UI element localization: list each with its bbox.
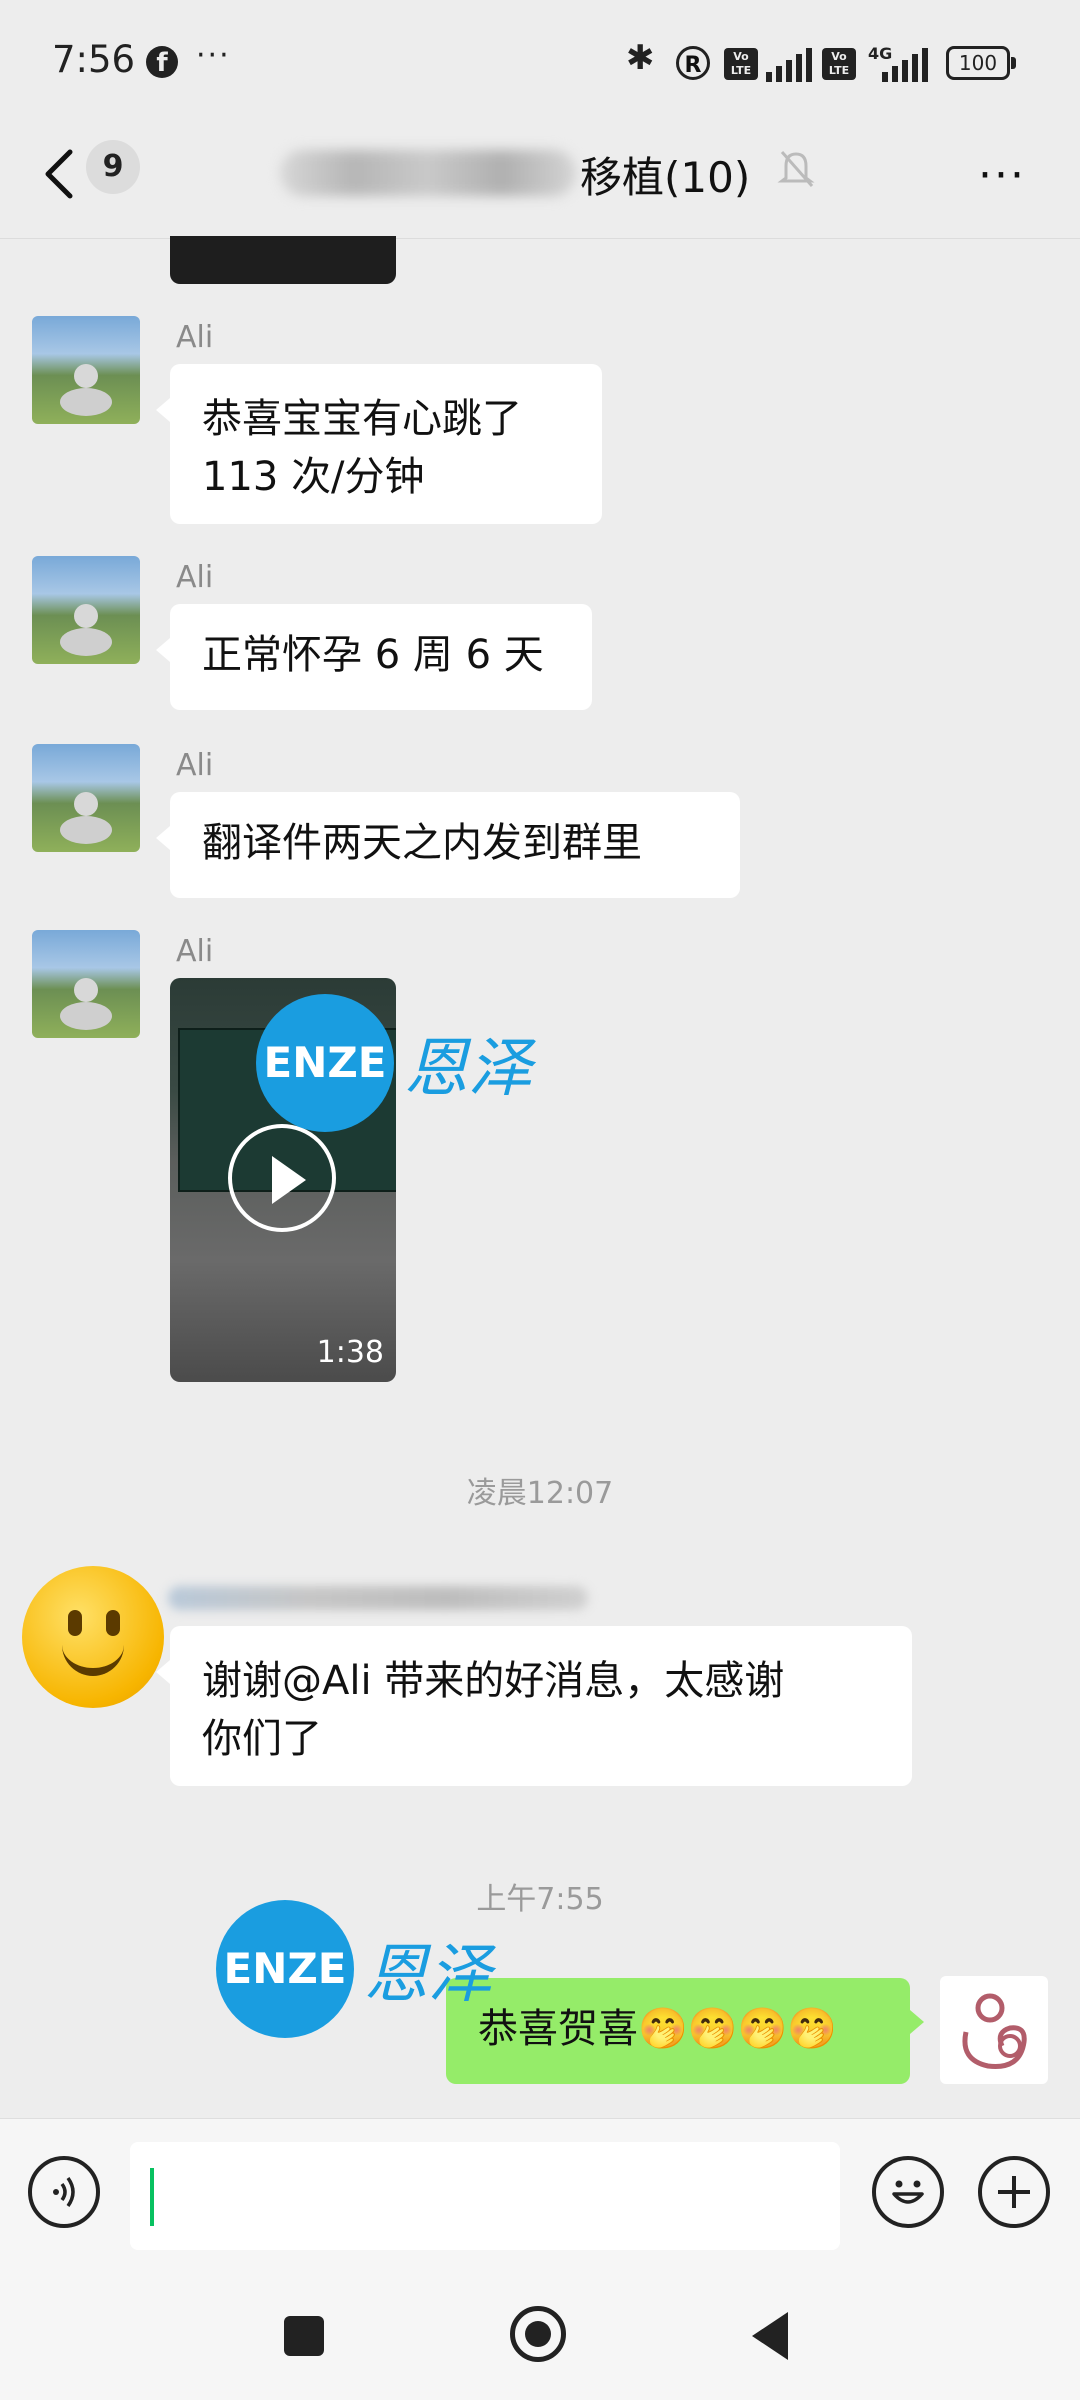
timestamp: 上午7:55 — [476, 1882, 604, 1917]
message-text: 恭喜贺喜🤭🤭🤭🤭 — [478, 2006, 838, 2052]
home-button[interactable] — [510, 2306, 566, 2362]
outgoing-message-bubble[interactable]: 恭喜贺喜🤭🤭🤭🤭 — [446, 1978, 924, 2084]
previous-image-message[interactable] — [170, 236, 396, 284]
more-notifications-icon: ··· — [196, 38, 231, 73]
message-bubble[interactable]: 谢谢@Ali 带来的好消息，太感谢 你们了 — [156, 1626, 912, 1786]
my-avatar[interactable] — [940, 1976, 1048, 2084]
bluetooth-icon: ✱ — [626, 38, 655, 78]
smiley-eye — [106, 1610, 120, 1636]
mother-baby-logo-icon — [962, 1993, 1027, 2069]
sender-name: Ali — [176, 748, 214, 783]
watermark-text: 恩泽 — [404, 1032, 532, 1106]
message-text: 恭喜宝宝有心跳了 — [202, 396, 522, 442]
signal-icon-2 — [882, 48, 928, 82]
status-time: 7:56 — [52, 38, 136, 81]
sender-name: Ali — [176, 934, 214, 969]
signal-icon — [766, 48, 812, 82]
avatar-ali[interactable] — [32, 744, 140, 852]
message-bubble[interactable]: 正常怀孕 6 周 6 天 — [156, 604, 592, 710]
sender-name: Ali — [176, 560, 214, 595]
back-chevron-icon[interactable] — [40, 146, 80, 202]
emoji-icon[interactable] — [872, 2156, 944, 2228]
message-text: 谢谢@Ali 带来的好消息，太感谢 — [202, 1658, 785, 1704]
message-input[interactable] — [130, 2142, 840, 2250]
recents-button[interactable] — [284, 2316, 324, 2356]
message-bubble[interactable]: 翻译件两天之内发到群里 — [156, 792, 740, 898]
smiley-avatar[interactable] — [22, 1566, 164, 1708]
registered-icon: R — [676, 46, 710, 80]
timestamp: 凌晨12:07 — [466, 1476, 614, 1511]
sender-name-obscured — [168, 1586, 588, 1610]
watermark-enze: ENZE 恩泽 — [256, 994, 532, 1132]
system-back-button[interactable] — [752, 2312, 788, 2360]
avatar-ali[interactable] — [32, 556, 140, 664]
message-text: 113 次/分钟 — [202, 454, 425, 500]
text-caret — [150, 2168, 154, 2226]
chat-title: 移植(10) — [580, 153, 751, 202]
avatar-ali[interactable] — [32, 930, 140, 1038]
facebook-notification-icon: f — [146, 46, 178, 78]
watermark-circle: ENZE — [216, 1900, 354, 2038]
battery-icon: 100 — [946, 46, 1016, 80]
sender-name: Ali — [176, 320, 214, 355]
message-text: 你们了 — [202, 1716, 322, 1762]
video-duration: 1:38 — [316, 1335, 384, 1370]
play-icon[interactable] — [228, 1124, 336, 1232]
watermark-text: 恩泽 — [364, 1938, 492, 2012]
plus-icon[interactable] — [978, 2156, 1050, 2228]
smiley-mouth — [62, 1644, 124, 1676]
chat-title-obscured — [280, 150, 576, 196]
watermark-enze: ENZE 恩泽 — [216, 1900, 492, 2038]
bell-muted-icon — [777, 151, 815, 187]
more-icon[interactable]: ··· — [978, 150, 1026, 201]
watermark-circle: ENZE — [256, 994, 394, 1132]
message-bubble[interactable]: 恭喜宝宝有心跳了 113 次/分钟 — [156, 364, 602, 524]
voice-icon[interactable] — [28, 2156, 100, 2228]
smiley-eye — [68, 1610, 82, 1636]
volte-icon-2: Vo LTE — [822, 48, 856, 80]
message-text: 翻译件两天之内发到群里 — [202, 820, 642, 866]
unread-count-badge[interactable]: 9 — [86, 140, 140, 194]
volte-icon: Vo LTE — [724, 48, 758, 80]
message-text: 正常怀孕 6 周 6 天 — [202, 632, 544, 678]
avatar-ali[interactable] — [32, 316, 140, 424]
